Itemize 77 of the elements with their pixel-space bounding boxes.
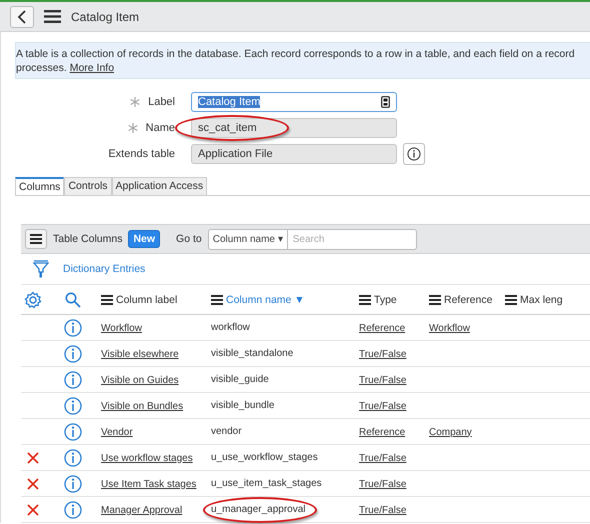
info-text: processes.	[16, 62, 67, 74]
info-icon[interactable]	[64, 500, 82, 518]
type-link[interactable]: True/False	[359, 348, 406, 360]
column-menu-icon[interactable]	[359, 294, 371, 304]
input-field[interactable]: sc_cat_item	[191, 118, 397, 138]
table-cell: visible_standalone	[211, 348, 294, 359]
delete-icon[interactable]	[27, 504, 39, 516]
column-label-link[interactable]: Use Item Task stages	[101, 478, 196, 490]
settings-icon[interactable]	[24, 290, 42, 308]
column-menu-icon[interactable]	[505, 294, 517, 304]
list-title: Table Columns	[53, 233, 122, 245]
tab[interactable]: Controls	[64, 177, 112, 195]
list-menu-button[interactable]	[25, 229, 47, 249]
field-label: Name	[146, 122, 175, 134]
info-icon[interactable]	[64, 448, 82, 466]
breadcrumb-link[interactable]: Dictionary Entries	[63, 263, 146, 275]
column-label-link[interactable]: Visible elsewhere	[101, 348, 179, 360]
new-button[interactable]: New	[128, 230, 160, 248]
table-cell: u_manager_approval	[211, 504, 306, 515]
column-header[interactable]: Column label	[116, 294, 178, 306]
menu-icon	[30, 234, 42, 244]
column-label-link[interactable]: Workflow	[101, 322, 142, 334]
field-label: Label	[148, 96, 175, 108]
table-cell: workflow	[211, 322, 250, 333]
type-link[interactable]: True/False	[359, 400, 406, 412]
input-field[interactable]: Application File	[191, 144, 397, 164]
filter-icon[interactable]	[33, 260, 49, 278]
menu-icon[interactable]	[44, 10, 61, 23]
delete-icon[interactable]	[27, 478, 39, 490]
info-icon[interactable]	[64, 396, 82, 414]
back-button[interactable]	[10, 6, 34, 28]
column-header[interactable]: Type	[374, 294, 397, 306]
type-link[interactable]: True/False	[359, 452, 406, 464]
goto-label: Go to	[176, 233, 202, 245]
column-label-link[interactable]: Visible on Bundles	[101, 400, 184, 412]
document-icon	[381, 96, 390, 108]
referenced-table-link[interactable]: Company	[429, 426, 472, 438]
info-button[interactable]	[403, 143, 425, 165]
info-icon	[407, 147, 421, 161]
column-menu-icon[interactable]	[429, 294, 441, 304]
column-dropdown[interactable]: Column name ▾	[208, 228, 288, 250]
column-header[interactable]: Reference	[444, 294, 492, 306]
column-header[interactable]: Column name ▼	[226, 294, 305, 306]
type-link[interactable]: Reference	[359, 322, 406, 334]
search-icon[interactable]	[65, 292, 81, 308]
column-menu-icon[interactable]	[101, 294, 113, 304]
type-link[interactable]: True/False	[359, 478, 406, 490]
tab[interactable]: Application Access	[112, 177, 208, 195]
page-title: Catalog Item	[71, 10, 140, 24]
info-icon[interactable]	[64, 474, 82, 492]
table-cell: u_use_workflow_stages	[211, 452, 318, 463]
delete-icon[interactable]	[27, 452, 39, 464]
tab[interactable]: Columns	[15, 177, 64, 195]
column-label-link[interactable]: Visible on Guides	[101, 374, 179, 386]
table-cell: visible_guide	[211, 374, 269, 385]
info-icon[interactable]	[64, 422, 82, 440]
column-label-link[interactable]: Vendor	[101, 426, 133, 438]
table-cell: visible_bundle	[211, 400, 274, 411]
more-info-link[interactable]: More Info	[70, 62, 114, 74]
info-text: A table is a collection of records in the database. Each record corresponds to a row in a table, and each field on a record	[16, 47, 576, 61]
back-icon	[17, 10, 27, 24]
search-field[interactable]: Search	[288, 228, 417, 250]
type-link[interactable]: True/False	[359, 374, 406, 386]
column-header[interactable]: Max leng	[520, 294, 563, 306]
referenced-table-link[interactable]: Workflow	[429, 322, 470, 334]
table-cell: u_use_item_task_stages	[211, 478, 322, 489]
input-field[interactable]: Catalog Item	[191, 92, 397, 112]
info-icon[interactable]	[64, 318, 82, 336]
info-icon[interactable]	[64, 370, 82, 388]
field-label: Extends table	[108, 148, 175, 160]
column-label-link[interactable]: Use workflow stages	[101, 452, 193, 464]
type-link[interactable]: Reference	[359, 426, 406, 438]
column-menu-icon[interactable]	[211, 294, 223, 304]
info-icon[interactable]	[64, 344, 82, 362]
column-label-link[interactable]: Manager Approval	[101, 504, 182, 516]
table-cell: vendor	[211, 426, 242, 437]
type-link[interactable]: True/False	[359, 504, 406, 516]
